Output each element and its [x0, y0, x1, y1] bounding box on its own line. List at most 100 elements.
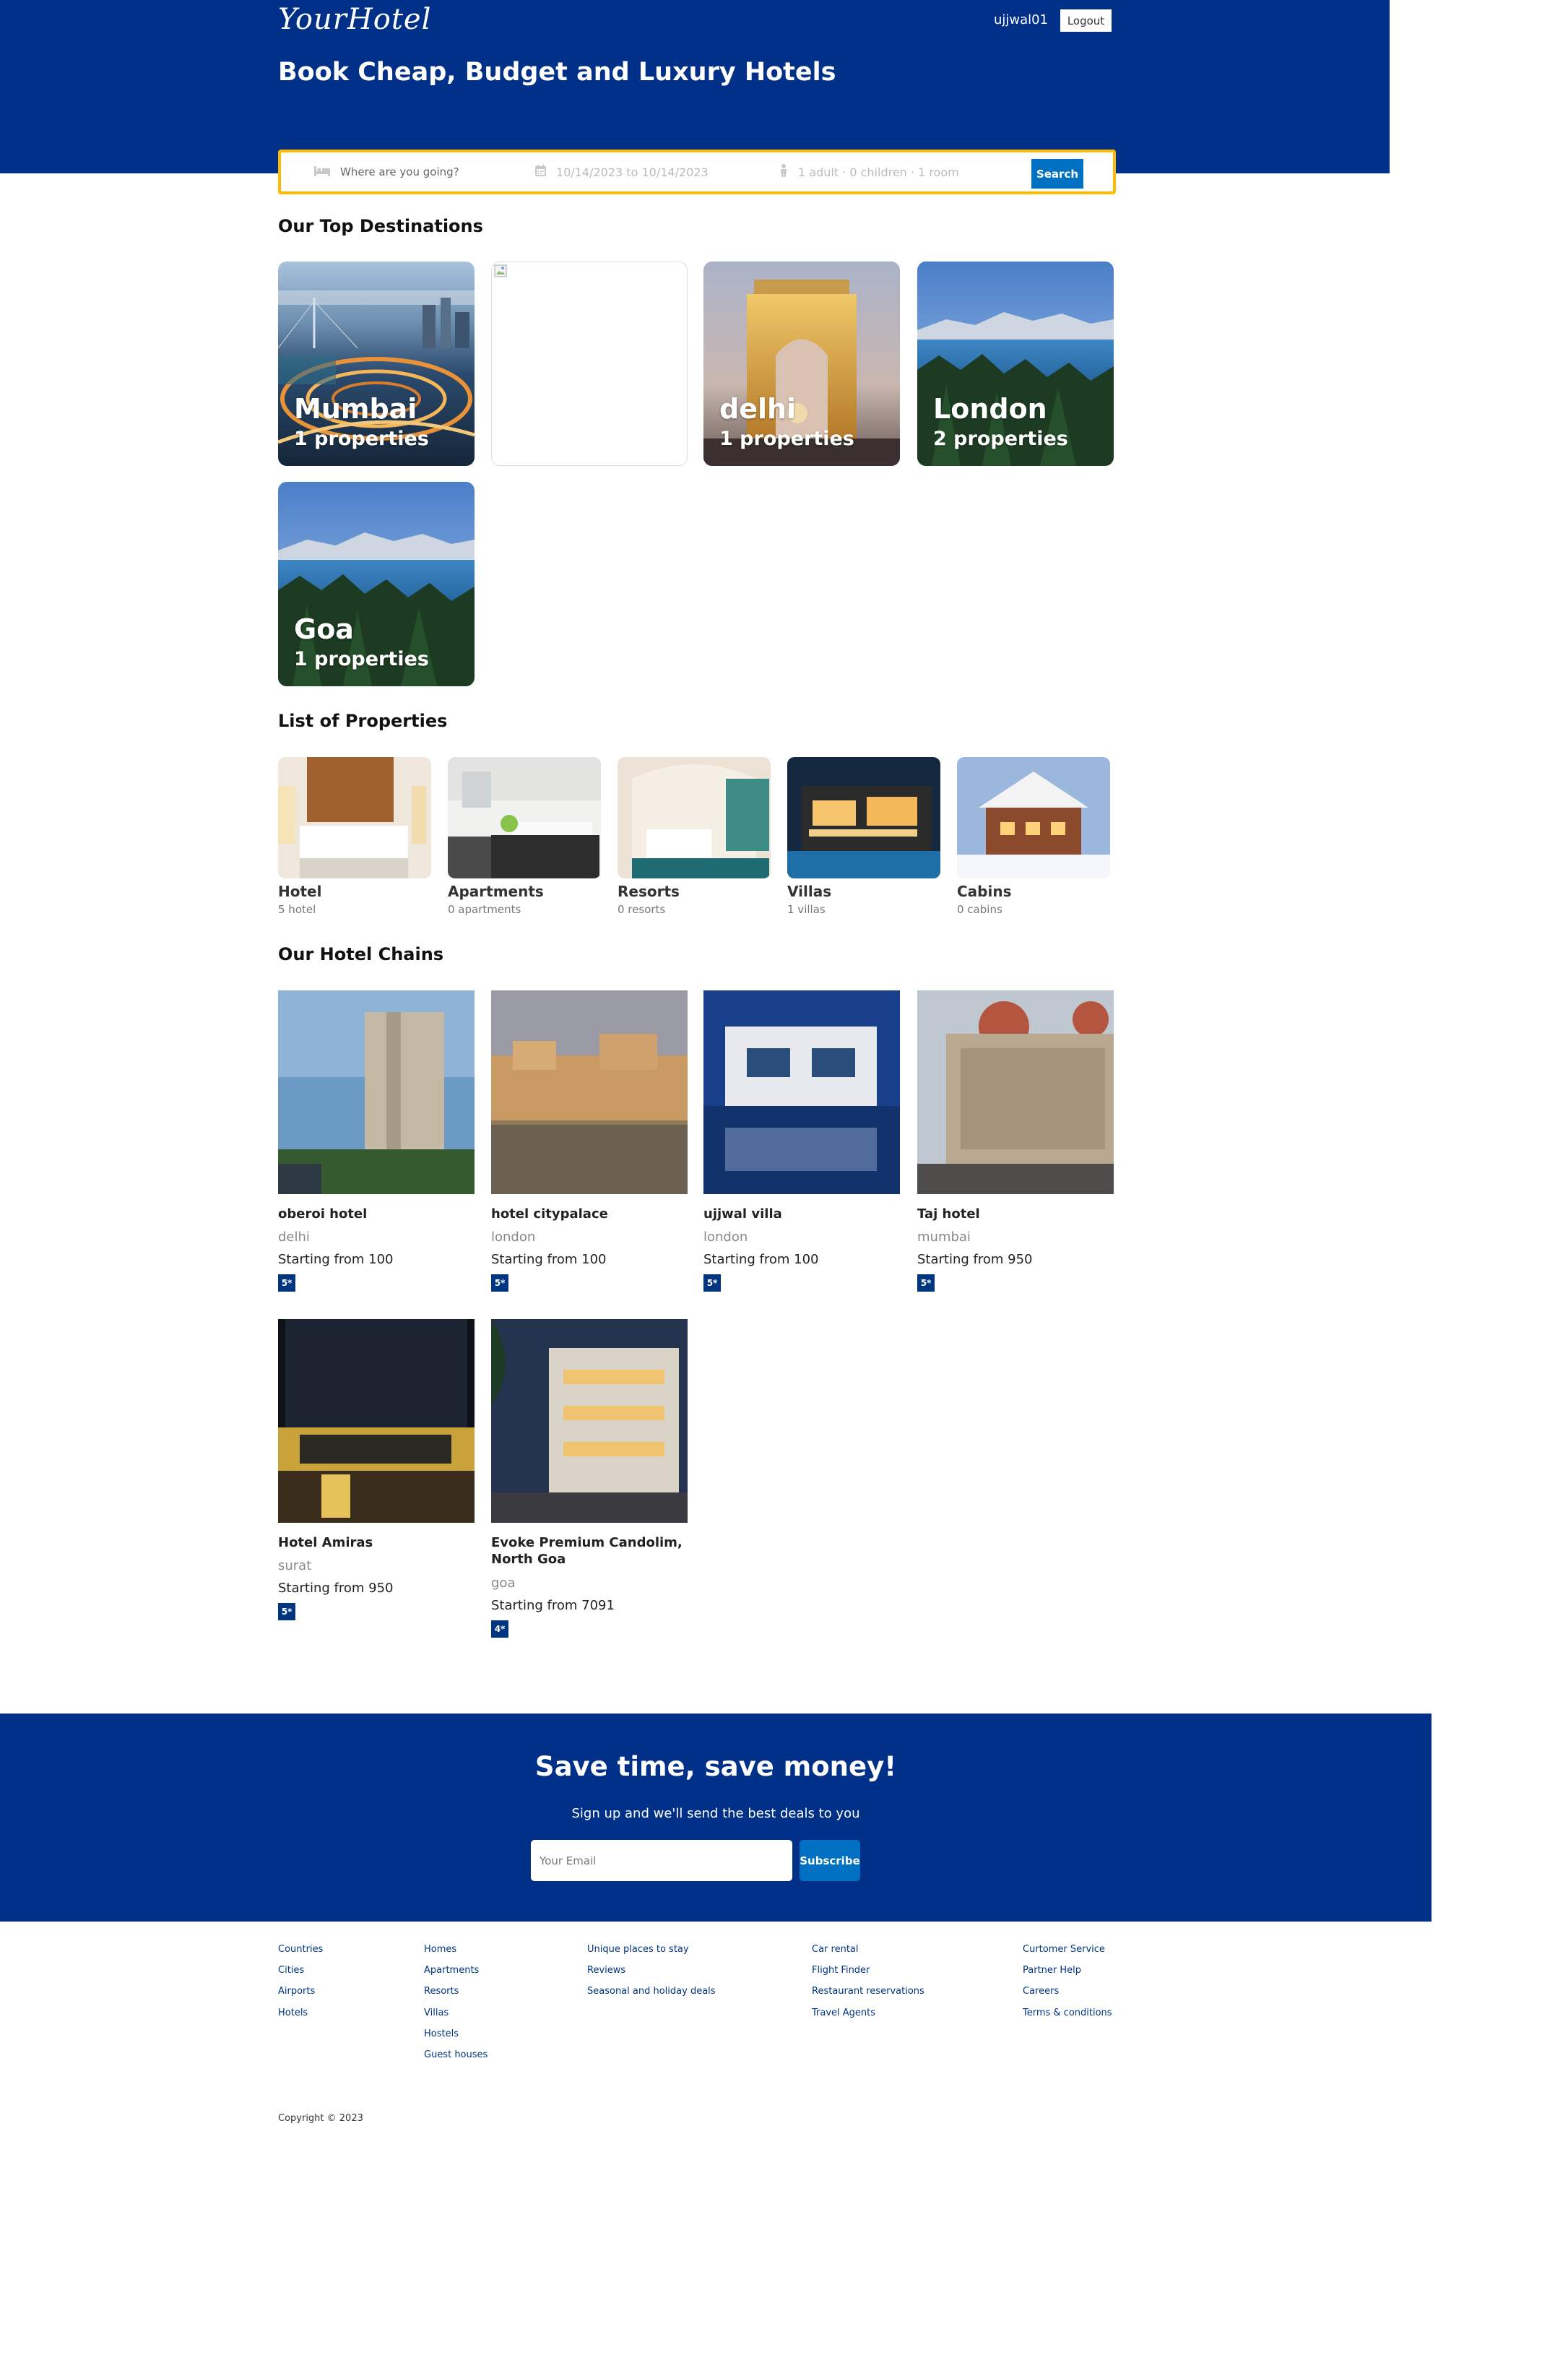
destination-text: Mumbai 1 properties	[294, 393, 429, 450]
hotel-photo	[278, 990, 475, 1194]
property-type-apartments[interactable]: Apartments 0 apartments	[448, 757, 601, 916]
hotel-card[interactable]: Taj hotel mumbai Starting from 950 5*	[917, 990, 1114, 1292]
subscribe-button[interactable]: Subscribe	[800, 1840, 860, 1881]
footer-link[interactable]: Resorts	[424, 1986, 488, 2007]
hotel-card[interactable]: ujjwal villa london Starting from 100 5*	[703, 990, 900, 1292]
property-type-name: Cabins	[957, 883, 1012, 900]
destination-count: 1 properties	[719, 428, 854, 450]
hotel-city: goa	[491, 1575, 516, 1591]
footer-link[interactable]: Car rental	[812, 1944, 924, 1965]
hotel-card[interactable]: oberoi hotel delhi Starting from 100 5*	[278, 990, 475, 1292]
property-type-count: 5 hotel	[278, 903, 316, 916]
footer-link[interactable]: Cities	[278, 1965, 323, 1986]
footer-link[interactable]: Partner Help	[1023, 1965, 1112, 1986]
hotel-name: ujjwal villa	[703, 1206, 782, 1222]
footer-link[interactable]: Airports	[278, 1986, 323, 2007]
property-type-cabins[interactable]: Cabins 0 cabins	[957, 757, 1110, 916]
destination-text: Goa 1 properties	[294, 613, 429, 670]
destination-card-goa[interactable]: Goa 1 properties	[278, 482, 475, 686]
date-range-text: 10/14/2023 to 10/14/2023	[556, 165, 709, 179]
property-type-villas[interactable]: Villas 1 villas	[787, 757, 940, 916]
calendar-icon	[535, 164, 546, 180]
footer-column: Countries Cities Airports Hotels	[278, 1944, 323, 2028]
destination-card-broken[interactable]	[491, 262, 688, 466]
search-button[interactable]: Search	[1031, 159, 1083, 189]
destination-name: delhi	[719, 393, 797, 425]
property-type-count: 0 cabins	[957, 903, 1002, 916]
footer-link[interactable]: Travel Agents	[812, 2008, 924, 2028]
apartments-type-photo	[448, 757, 601, 878]
footer-column: Homes Apartments Resorts Villas Hostels …	[424, 1944, 488, 2070]
hotel-photo	[703, 990, 900, 1194]
property-type-hotel[interactable]: Hotel 5 hotel	[278, 757, 431, 916]
footer-link[interactable]: Villas	[424, 2008, 488, 2028]
hotel-name: Evoke Premium Candolim, North Goa	[491, 1535, 683, 1568]
footer-link[interactable]: Reviews	[587, 1965, 716, 1986]
property-type-count: 0 resorts	[618, 903, 666, 916]
property-type-name: Apartments	[448, 883, 544, 900]
hotel-price: Starting from 950	[278, 1581, 394, 1596]
hotel-card[interactable]: Hotel Amiras surat Starting from 950 5*	[278, 1319, 475, 1621]
destination-input[interactable]	[340, 165, 528, 178]
hotel-name: hotel citypalace	[491, 1206, 608, 1222]
footer-link[interactable]: Terms & conditions	[1023, 2008, 1112, 2028]
person-icon	[779, 163, 788, 181]
guests-picker[interactable]: 1 adult · 0 children · 1 room	[779, 152, 959, 191]
hotel-card[interactable]: hotel citypalace london Starting from 10…	[491, 990, 688, 1292]
destination-card-mumbai[interactable]: Mumbai 1 properties	[278, 262, 475, 466]
property-type-count: 0 apartments	[448, 903, 521, 916]
footer-link[interactable]: Homes	[424, 1944, 488, 1965]
logo[interactable]: YourHotel	[278, 3, 431, 36]
footer-column: Car rental Flight Finder Restaurant rese…	[812, 1944, 924, 2028]
hotel-city: mumbai	[917, 1230, 971, 1245]
footer-link[interactable]: Restaurant reservations	[812, 1986, 924, 2007]
footer-link[interactable]: Careers	[1023, 1986, 1112, 2007]
property-type-resorts[interactable]: Resorts 0 resorts	[618, 757, 771, 916]
header: YourHotel ujjwal01 Logout Book Cheap, Bu…	[0, 0, 1390, 173]
top-destinations-title: Our Top Destinations	[278, 216, 483, 236]
footer-link[interactable]: Seasonal and holiday deals	[587, 1986, 716, 2007]
destination-name: London	[933, 393, 1047, 425]
property-type-name: Resorts	[618, 883, 680, 900]
rating-badge: 5*	[703, 1274, 721, 1292]
destination-text: London 2 properties	[933, 393, 1068, 450]
username: ujjwal01	[994, 12, 1049, 27]
footer-link[interactable]: Countries	[278, 1944, 323, 1965]
villas-type-photo	[787, 757, 940, 878]
hotel-city: surat	[278, 1558, 312, 1574]
newsletter-title: Save time, save money!	[534, 1751, 897, 1782]
footer-link[interactable]: Curtomer Service	[1023, 1944, 1112, 1965]
broken-image-icon	[494, 264, 507, 277]
footer-link[interactable]: Guest houses	[424, 2049, 488, 2070]
hotel-price: Starting from 950	[917, 1252, 1033, 1268]
logout-button[interactable]: Logout	[1060, 9, 1112, 32]
footer-link[interactable]: Hotels	[278, 2008, 323, 2028]
hotel-photo	[491, 990, 688, 1194]
hotel-name: Taj hotel	[917, 1206, 980, 1222]
hotel-type-photo	[278, 757, 431, 878]
hotel-price: Starting from 100	[491, 1252, 607, 1268]
guests-text: 1 adult · 0 children · 1 room	[798, 165, 959, 179]
destination-card-delhi[interactable]: delhi 1 properties	[703, 262, 900, 466]
footer-link[interactable]: Unique places to stay	[587, 1944, 716, 1965]
hotel-card[interactable]: Evoke Premium Candolim, North Goa goa St…	[491, 1319, 688, 1638]
footer-link[interactable]: Flight Finder	[812, 1965, 924, 1986]
footer-column: Curtomer Service Partner Help Careers Te…	[1023, 1944, 1112, 2028]
destination-field[interactable]	[314, 152, 528, 191]
destination-card-london[interactable]: London 2 properties	[917, 262, 1114, 466]
hotel-photo	[491, 1319, 688, 1523]
resorts-type-photo	[618, 757, 771, 878]
destination-text: delhi 1 properties	[719, 393, 854, 450]
copyright: Copyright © 2023	[278, 2113, 363, 2124]
footer-link[interactable]: Hostels	[424, 2028, 488, 2049]
destination-name: Goa	[294, 613, 354, 645]
email-input[interactable]	[531, 1840, 792, 1881]
hotel-price: Starting from 100	[703, 1252, 819, 1268]
date-picker[interactable]: 10/14/2023 to 10/14/2023	[535, 152, 709, 191]
footer-link[interactable]: Apartments	[424, 1965, 488, 1986]
hotel-name: Hotel Amiras	[278, 1535, 373, 1550]
cabins-type-photo	[957, 757, 1110, 878]
rating-badge: 5*	[278, 1274, 295, 1292]
hotel-chains-title: Our Hotel Chains	[278, 944, 444, 964]
newsletter-subtitle: Sign up and we'll send the best deals to…	[571, 1806, 860, 1821]
